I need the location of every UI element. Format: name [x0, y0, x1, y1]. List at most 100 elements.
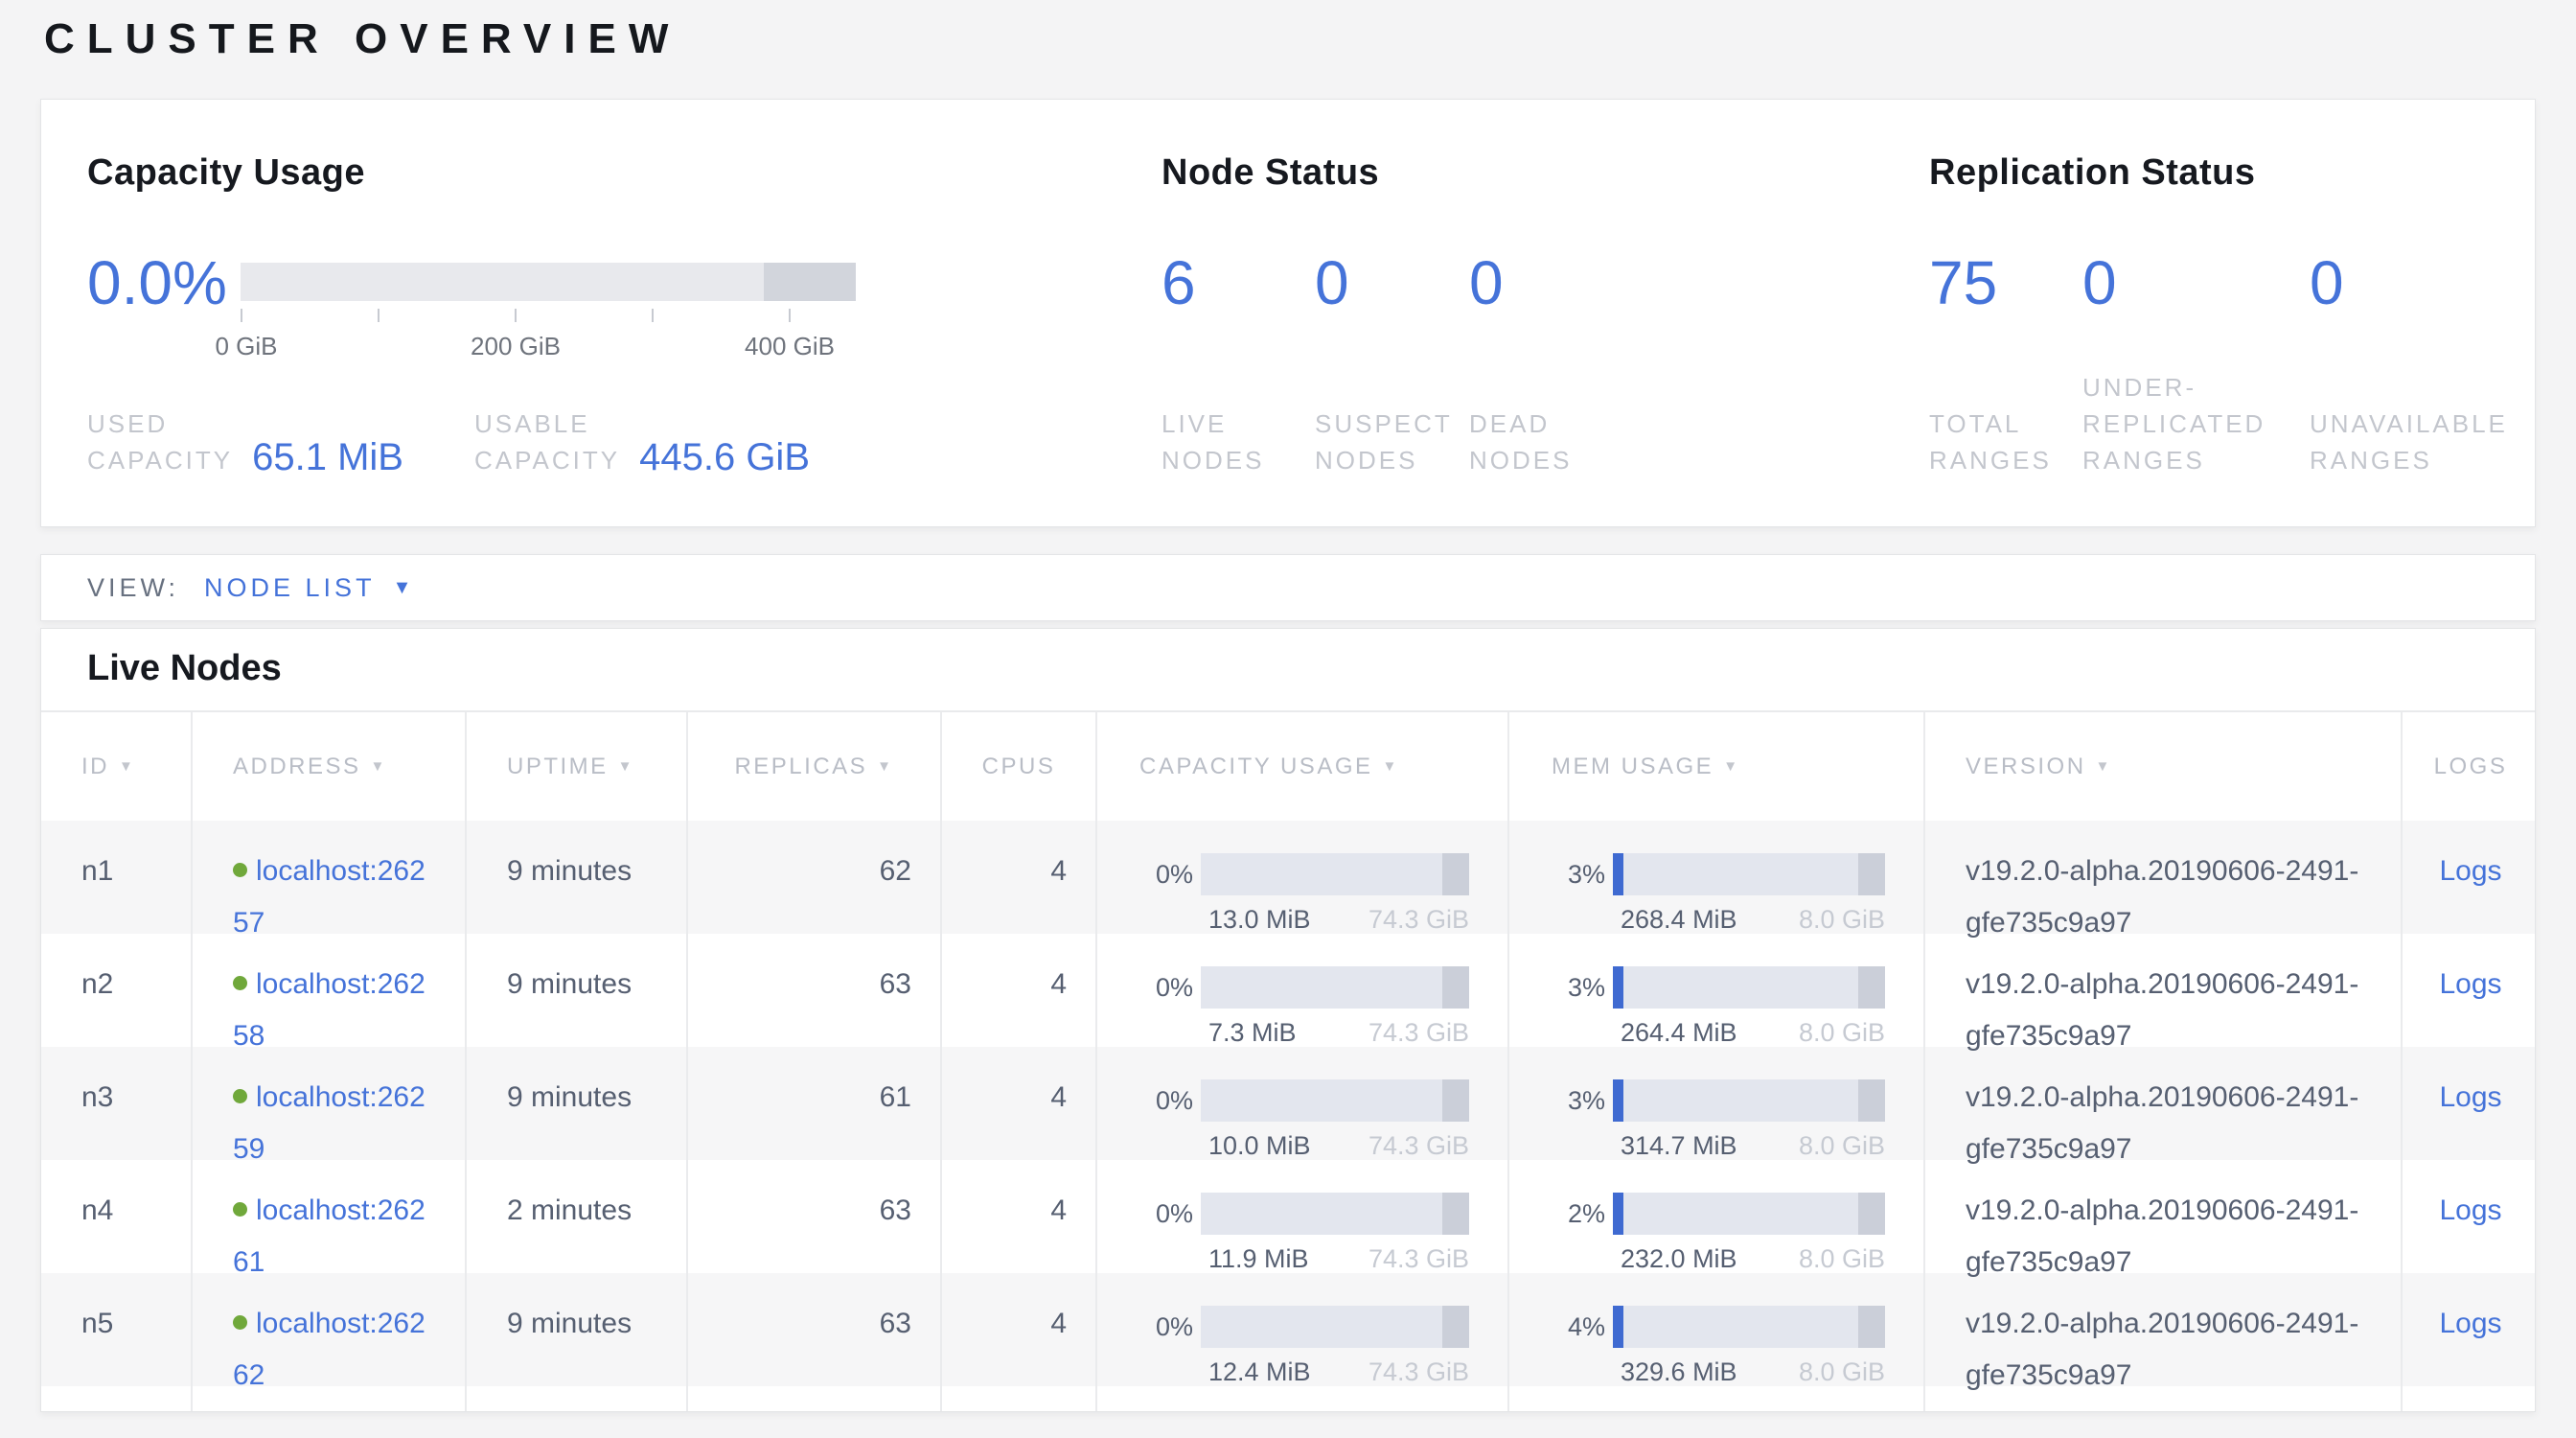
- node-logs-link[interactable]: Logs: [2439, 1308, 2501, 1339]
- node-replicas-cell: 62: [686, 821, 940, 949]
- capacity-total-value: 74.3 GiB: [1368, 1242, 1469, 1275]
- memory-usage-cell: 3% 264.4 MiB 8.0 GiB: [1507, 934, 1923, 1062]
- node-id-cell: n2: [41, 934, 191, 1062]
- node-version-cell: v19.2.0-alpha.20190606-2491-gfe735c9a97: [1923, 1273, 2401, 1402]
- node-live-dot-icon: [233, 1202, 247, 1217]
- node-uptime-cell: 9 minutes: [465, 1273, 686, 1402]
- memory-usage-cell: 3% 314.7 MiB 8.0 GiB: [1507, 1047, 1923, 1175]
- table-row: n2 localhost:26258 9 minutes 63 4 0% 7.3…: [41, 934, 2535, 1047]
- capacity-total-value: 74.3 GiB: [1368, 903, 1469, 936]
- column-header-replicas[interactable]: REPLICAS▼: [686, 712, 940, 821]
- capacity-used-value: 11.9 MiB: [1208, 1242, 1309, 1275]
- node-cpus-cell: 4: [940, 934, 1095, 1062]
- node-logs-cell: Logs: [2401, 821, 2536, 949]
- node-logs-link[interactable]: Logs: [2439, 1081, 2501, 1113]
- table-row-partial: [41, 1386, 2535, 1412]
- node-cpus-cell: 4: [940, 1273, 1095, 1402]
- replication-status-title: Replication Status: [1929, 152, 2542, 194]
- memory-usage-percent: 4%: [1552, 1306, 1613, 1348]
- node-replicas-cell: 61: [686, 1047, 940, 1175]
- node-id-cell: n1: [41, 821, 191, 949]
- node-uptime-cell: 2 minutes: [465, 1160, 686, 1288]
- memory-usage-cell: 4% 329.6 MiB 8.0 GiB: [1507, 1273, 1923, 1402]
- node-live-dot-icon: [233, 976, 247, 990]
- node-id-cell: n5: [41, 1273, 191, 1402]
- view-selector-bar: VIEW: NODE LIST ▼: [40, 554, 2536, 621]
- memory-usage-bar: [1613, 966, 1885, 1009]
- usable-capacity-value: 445.6 GiB: [639, 438, 810, 476]
- live-nodes-count: 6: [1162, 252, 1196, 313]
- capacity-usage-panel: Capacity Usage 0.0% 0 GiB 200 GiB 400 Gi…: [87, 152, 1122, 478]
- column-header-id[interactable]: ID▼: [41, 712, 191, 821]
- memory-usage-bar-fill: [1613, 1079, 1623, 1122]
- table-row: n3 localhost:26259 9 minutes 61 4 0% 10.…: [41, 1047, 2535, 1160]
- column-header-address[interactable]: ADDRESS▼: [191, 712, 465, 821]
- memory-used-value: 264.4 MiB: [1621, 1016, 1737, 1049]
- memory-total-value: 8.0 GiB: [1799, 1129, 1885, 1162]
- dead-nodes-label: DEAD NODES: [1469, 406, 1572, 478]
- memory-usage-bar-fill: [1613, 1306, 1623, 1348]
- capacity-usage-cell: 0% 7.3 MiB 74.3 GiB: [1095, 934, 1507, 1062]
- capacity-usage-title: Capacity Usage: [87, 152, 1122, 194]
- column-header-uptime[interactable]: UPTIME▼: [465, 712, 686, 821]
- sort-arrow-icon: ▼: [1383, 758, 1399, 775]
- capacity-usage-percent: 0%: [1139, 1193, 1201, 1235]
- memory-usage-percent: 3%: [1552, 966, 1613, 1009]
- page-title: CLUSTER OVERVIEW: [44, 15, 680, 63]
- memory-usage-cell: 3% 268.4 MiB 8.0 GiB: [1507, 821, 1923, 949]
- column-header-logs: LOGS: [2401, 712, 2536, 821]
- gauge-tick-label: 200 GiB: [471, 332, 561, 361]
- node-logs-link[interactable]: Logs: [2439, 968, 2501, 1000]
- node-logs-cell: Logs: [2401, 1047, 2536, 1175]
- node-logs-link[interactable]: Logs: [2439, 855, 2501, 887]
- memory-usage-bar-fill: [1613, 853, 1623, 895]
- capacity-total-value: 74.3 GiB: [1368, 1356, 1469, 1388]
- column-header-version[interactable]: VERSION▼: [1923, 712, 2401, 821]
- column-header-capacity-usage[interactable]: CAPACITY USAGE▼: [1095, 712, 1507, 821]
- node-logs-link[interactable]: Logs: [2439, 1194, 2501, 1226]
- used-capacity-value: 65.1 MiB: [252, 438, 403, 476]
- sort-arrow-icon: ▼: [2096, 758, 2112, 775]
- unavailable-ranges-label: UNAVAILABLE RANGES: [2310, 406, 2508, 478]
- suspect-nodes-count: 0: [1315, 252, 1349, 313]
- live-nodes-title: Live Nodes: [87, 648, 282, 689]
- capacity-usage-percent: 0%: [1139, 1079, 1201, 1122]
- capacity-used-value: 12.4 MiB: [1208, 1356, 1311, 1388]
- node-version-cell: v19.2.0-alpha.20190606-2491-gfe735c9a97: [1923, 934, 2401, 1062]
- node-replicas-cell: 63: [686, 934, 940, 1062]
- memory-usage-bar: [1613, 1079, 1885, 1122]
- memory-usage-percent: 3%: [1552, 853, 1613, 895]
- node-address-cell: localhost:26259: [191, 1047, 465, 1175]
- live-nodes-label: LIVE NODES: [1162, 406, 1264, 478]
- node-address-cell: localhost:26262: [191, 1273, 465, 1402]
- node-id-cell: n3: [41, 1047, 191, 1175]
- capacity-usage-percent: 0%: [1139, 1306, 1201, 1348]
- column-header-mem-usage[interactable]: MEM USAGE▼: [1507, 712, 1923, 821]
- capacity-usage-cell: 0% 12.4 MiB 74.3 GiB: [1095, 1273, 1507, 1402]
- node-status-panel: Node Status 6 LIVE NODES 0 SUSPECT NODES…: [1162, 152, 1899, 478]
- node-live-dot-icon: [233, 1315, 247, 1330]
- capacity-gauge-track: [241, 263, 856, 301]
- node-cpus-cell: 4: [940, 821, 1095, 949]
- under-replicated-ranges-label: UNDER- REPLICATED RANGES: [2082, 369, 2266, 478]
- memory-total-value: 8.0 GiB: [1799, 1356, 1885, 1388]
- memory-used-value: 268.4 MiB: [1621, 903, 1737, 936]
- capacity-usage-percent: 0%: [1139, 853, 1201, 895]
- node-logs-cell: Logs: [2401, 934, 2536, 1062]
- node-address-cell: localhost:26258: [191, 934, 465, 1062]
- node-address-cell: localhost:26261: [191, 1160, 465, 1288]
- capacity-usage-cell: 0% 10.0 MiB 74.3 GiB: [1095, 1047, 1507, 1175]
- gauge-tick-label: 0 GiB: [215, 332, 277, 361]
- capacity-usage-bar: [1201, 1193, 1469, 1235]
- used-capacity-label: USED CAPACITY: [87, 406, 233, 478]
- column-header-cpus: CPUS: [940, 712, 1095, 821]
- memory-usage-cell: 2% 232.0 MiB 8.0 GiB: [1507, 1160, 1923, 1288]
- memory-usage-bar: [1613, 1306, 1885, 1348]
- sort-arrow-icon: ▼: [119, 758, 135, 775]
- capacity-usage-cell: 0% 11.9 MiB 74.3 GiB: [1095, 1160, 1507, 1288]
- gauge-tick: [241, 309, 242, 322]
- dropdown-caret-icon: ▼: [393, 578, 412, 597]
- total-ranges-label: TOTAL RANGES: [1929, 406, 2052, 478]
- view-dropdown[interactable]: NODE LIST ▼: [204, 573, 411, 603]
- node-version-cell: v19.2.0-alpha.20190606-2491-gfe735c9a97: [1923, 1160, 2401, 1288]
